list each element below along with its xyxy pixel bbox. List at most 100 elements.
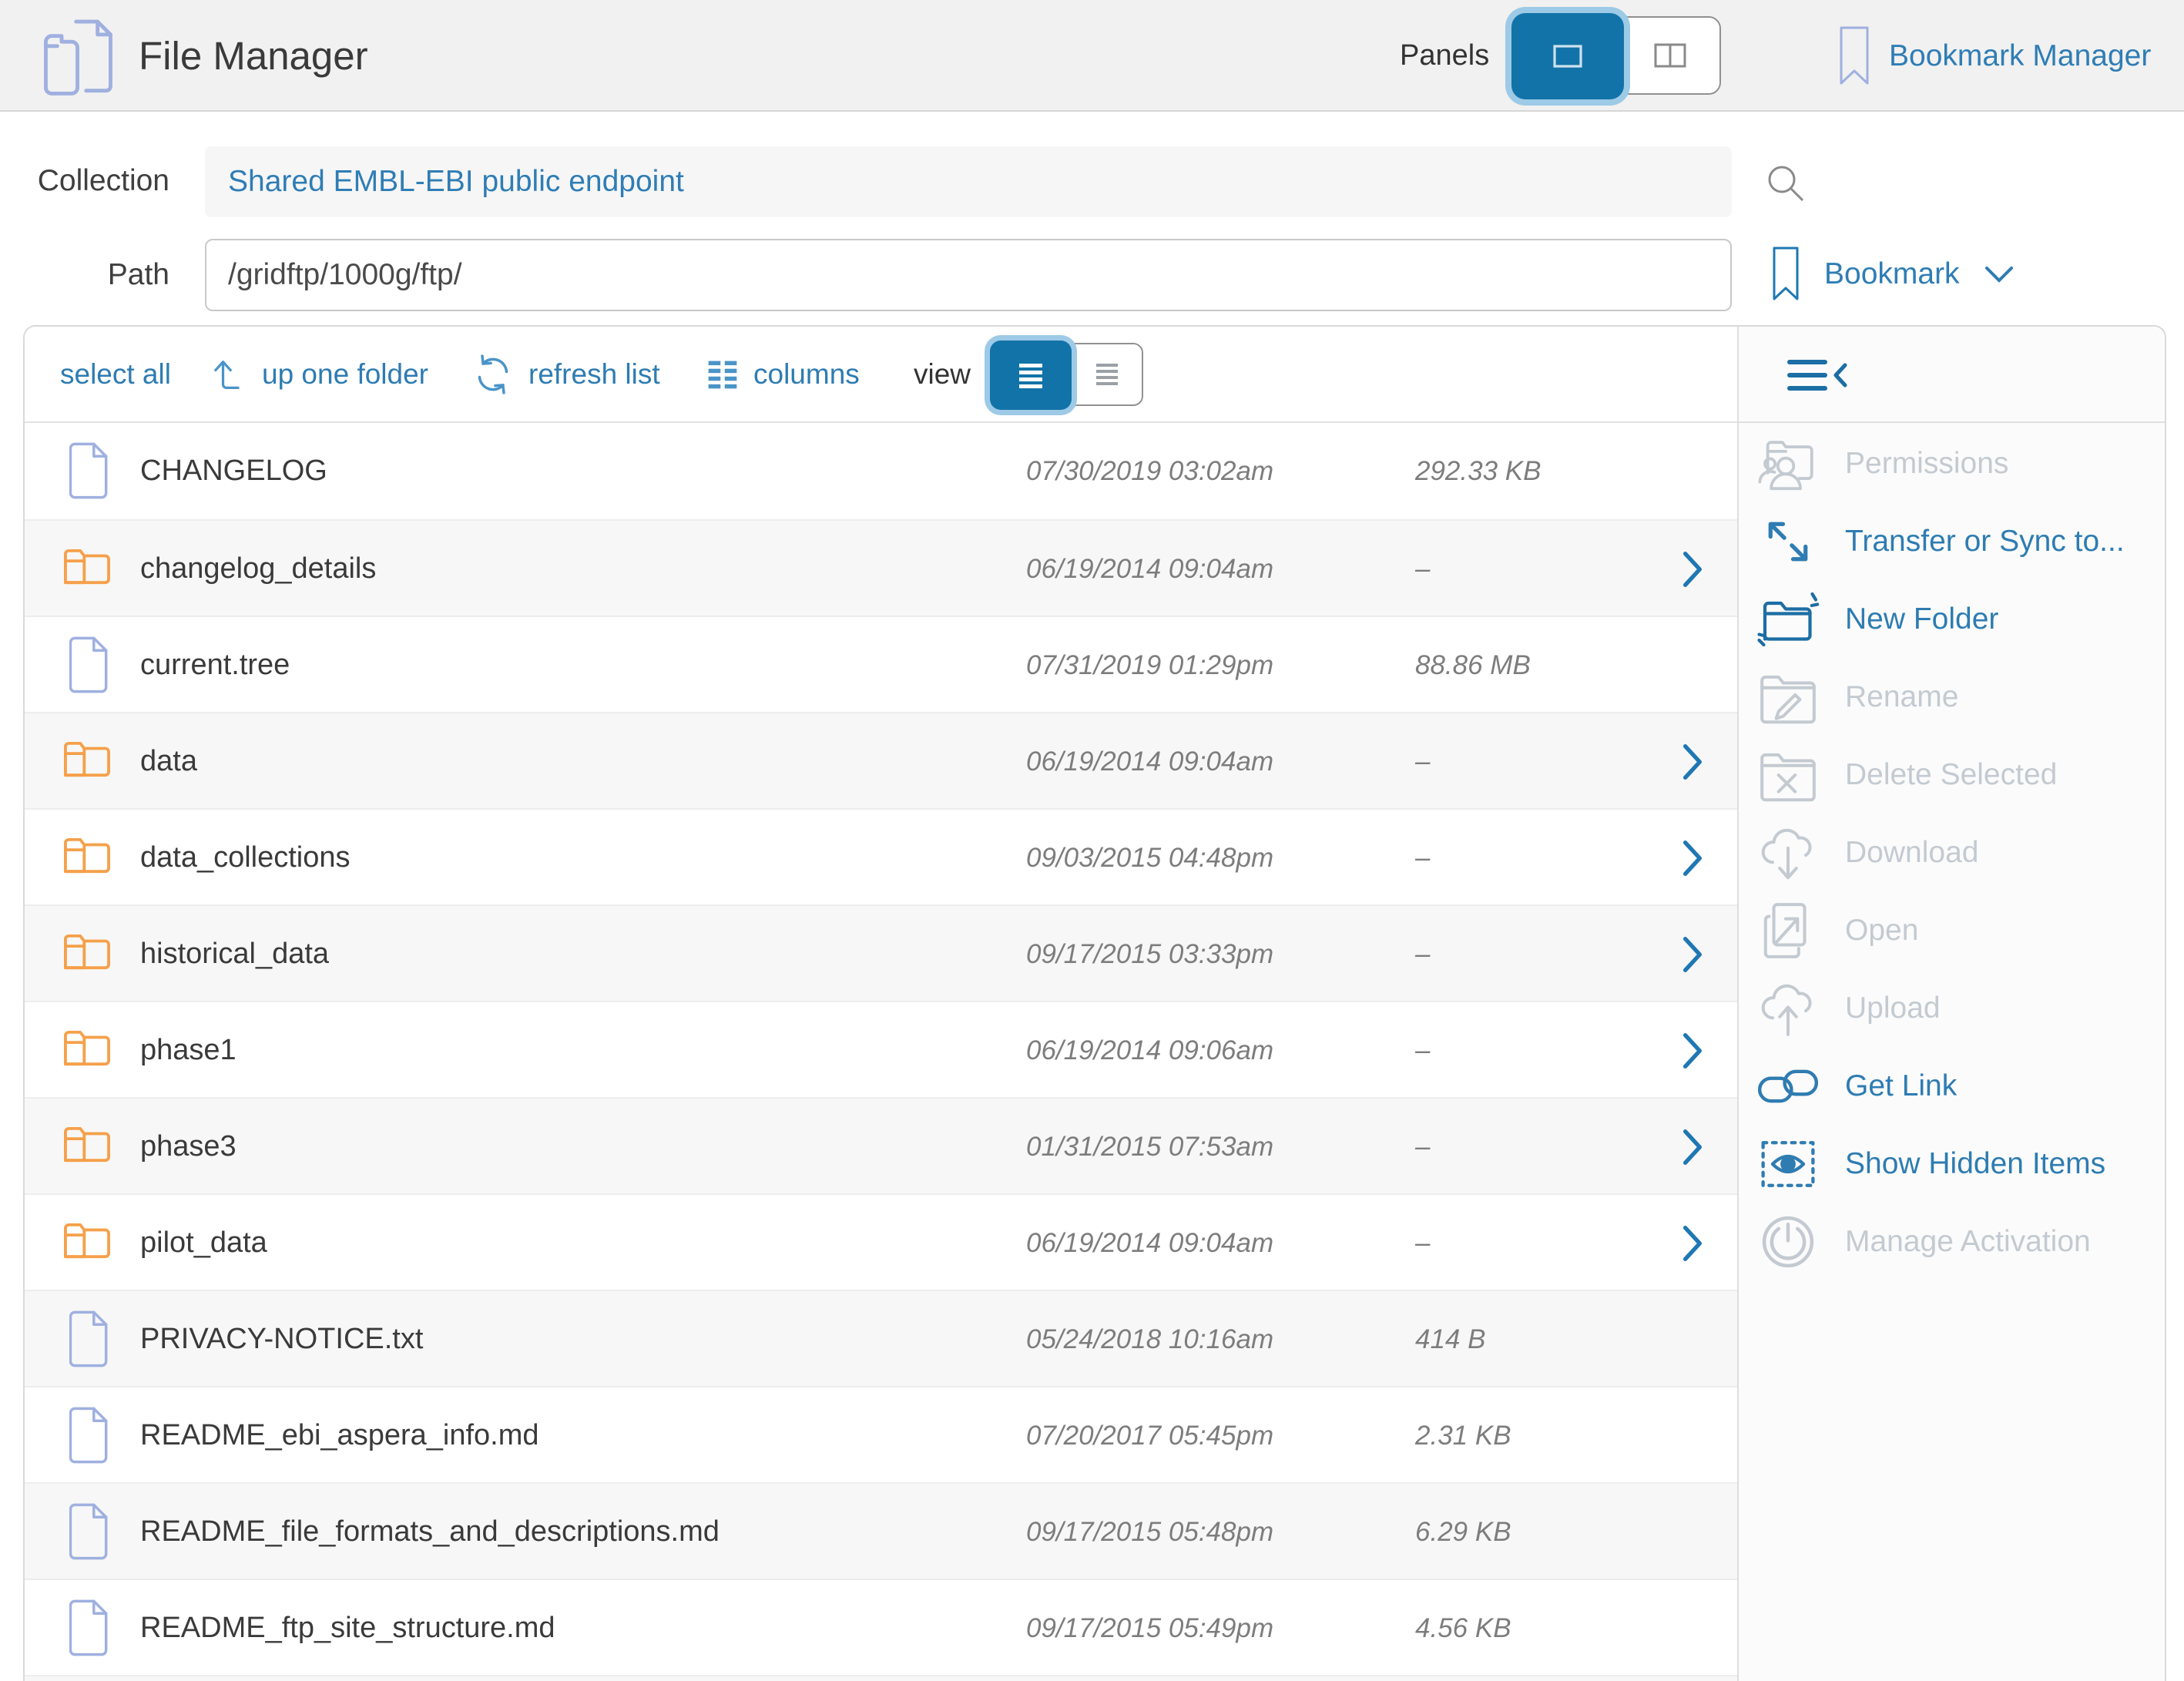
file-name: CHANGELOG — [140, 423, 327, 519]
show-hidden-icon — [1758, 1136, 1818, 1193]
bookmark-label: Bookmark — [1824, 257, 1960, 291]
action-delete-selected[interactable]: Delete Selected — [1739, 736, 2166, 814]
panels-dual-button[interactable] — [1621, 18, 1719, 93]
columns-label: columns — [753, 358, 860, 391]
file-row[interactable]: pilot_data 06/19/2014 09:04am – — [25, 1193, 1737, 1290]
action-label: Show Hidden Items — [1845, 1147, 2105, 1181]
file-size: 292.33 KB — [1415, 423, 1541, 519]
refresh-list-button[interactable]: refresh list — [471, 327, 660, 421]
folder-icon — [63, 836, 111, 877]
file-name: historical_data — [140, 906, 329, 1002]
select-all-button[interactable]: select all — [60, 327, 171, 421]
file-size: – — [1415, 521, 1430, 617]
bookmark-manager-link[interactable]: Bookmark Manager — [1837, 0, 2151, 112]
action-permissions[interactable]: Permissions — [1739, 424, 2166, 502]
chevron-right-icon[interactable] — [1679, 550, 1706, 589]
file-row[interactable]: README_ftp_site_structure.md 09/17/2015 … — [25, 1579, 1737, 1675]
page-title: File Manager — [139, 0, 368, 112]
file-size: – — [1415, 1195, 1430, 1291]
chevron-right-icon[interactable] — [1679, 1224, 1706, 1263]
file-list: CHANGELOG 07/30/2019 03:02am 292.33 KB — [25, 423, 1737, 1681]
action-manage-activation[interactable]: Manage Activation — [1739, 1203, 2166, 1280]
file-name: pilot_data — [140, 1195, 267, 1291]
bookmark-manager-label: Bookmark Manager — [1889, 39, 2151, 73]
bookmark-icon — [1770, 245, 1801, 304]
action-label: Manage Activation — [1845, 1225, 2091, 1259]
collection-input[interactable]: Shared EMBL-EBI public endpoint — [205, 146, 1732, 217]
file-row[interactable]: changelog_details 06/19/2014 09:04am – — [25, 519, 1737, 616]
file-modified-date: 06/19/2014 09:04am — [1026, 1195, 1273, 1291]
file-size: – — [1415, 1002, 1430, 1099]
file-row[interactable]: phase3 01/31/2015 07:53am – — [25, 1097, 1737, 1193]
action-rename[interactable]: Rename — [1739, 658, 2166, 736]
file-row[interactable]: current.tree 07/31/2019 01:29pm 88.86 MB — [25, 616, 1737, 712]
actions-list: Permissions Transfer or Sync to... New F… — [1739, 424, 2166, 1280]
path-input[interactable]: /gridftp/1000g/ftp/ — [205, 239, 1732, 311]
action-label: Upload — [1845, 991, 1941, 1025]
panels-single-icon — [1547, 39, 1589, 73]
chevron-right-icon[interactable] — [1679, 1128, 1706, 1166]
file-icon — [69, 1599, 109, 1657]
app-header: File Manager Panels Bookmark Manager — [0, 0, 2184, 112]
file-row[interactable]: README_ebi_aspera_info.md 07/20/2017 05:… — [25, 1386, 1737, 1482]
file-modified-date: 09/17/2015 05:48pm — [1026, 1484, 1273, 1580]
file-icon — [69, 441, 109, 500]
view-list-button-selected[interactable] — [990, 341, 1072, 410]
collapse-sidebar-icon[interactable] — [1785, 356, 1854, 394]
action-open[interactable]: Open — [1739, 891, 2166, 969]
action-label: New Folder — [1845, 602, 1998, 636]
bookmark-dropdown[interactable]: Bookmark — [1770, 239, 2015, 310]
search-button[interactable] — [1763, 160, 1809, 206]
file-modified-date: 06/19/2014 09:04am — [1026, 521, 1273, 617]
action-label: Rename — [1845, 680, 1958, 714]
columns-button[interactable]: columns — [706, 327, 860, 421]
file-row[interactable]: CHANGELOG 07/30/2019 03:02am 292.33 KB — [25, 423, 1737, 519]
file-size: 2.31 KB — [1415, 1387, 1511, 1484]
upload-icon — [1757, 978, 1819, 1039]
up-one-folder-button[interactable]: up one folder — [208, 327, 428, 421]
file-modified-date: 05/24/2018 10:16am — [1026, 1291, 1273, 1387]
file-row[interactable]: data_collections 09/03/2015 04:48pm – — [25, 808, 1737, 904]
chevron-right-icon[interactable] — [1679, 839, 1706, 877]
path-label: Path — [0, 240, 169, 310]
select-all-label: select all — [60, 358, 171, 391]
action-label: Get Link — [1845, 1069, 1957, 1103]
action-transfer-or-sync[interactable]: Transfer or Sync to... — [1739, 502, 2166, 580]
action-upload[interactable]: Upload — [1739, 969, 2166, 1047]
file-list-toolbar: select all up one folder refresh list co… — [25, 327, 1737, 423]
file-modified-date: 06/19/2014 09:04am — [1026, 713, 1273, 810]
chevron-right-icon[interactable] — [1679, 743, 1706, 781]
search-icon — [1763, 160, 1809, 206]
file-name: README_file_formats_and_descriptions.md — [140, 1484, 720, 1580]
folder-icon — [63, 932, 111, 974]
view-condensed-button[interactable] — [1072, 344, 1142, 404]
permissions-icon — [1756, 434, 1820, 494]
file-row[interactable]: phase1 06/19/2014 09:06am – — [25, 1001, 1737, 1097]
file-row[interactable]: PRIVACY-NOTICE.txt 05/24/2018 10:16am 41… — [25, 1290, 1737, 1386]
action-show-hidden-items[interactable]: Show Hidden Items — [1739, 1125, 2166, 1203]
file-row[interactable]: README_file_formats_and_descriptions.md … — [25, 1482, 1737, 1579]
refresh-list-label: refresh list — [528, 358, 660, 391]
action-download[interactable]: Download — [1739, 814, 2166, 891]
panels-single-button-selected[interactable] — [1511, 13, 1624, 99]
panels-label: Panels — [1400, 0, 1489, 112]
get-link-icon — [1756, 1065, 1820, 1108]
file-modified-date: 06/19/2014 09:06am — [1026, 1002, 1273, 1099]
file-modified-date: 01/31/2015 07:53am — [1026, 1099, 1273, 1195]
action-label: Delete Selected — [1845, 758, 2057, 792]
action-new-folder[interactable]: New Folder — [1739, 580, 2166, 658]
columns-icon — [706, 357, 740, 391]
file-row[interactable]: historical_data 09/17/2015 03:33pm – — [25, 904, 1737, 1001]
file-modified-date: 09/03/2015 04:48pm — [1026, 810, 1273, 906]
action-get-link[interactable]: Get Link — [1739, 1047, 2166, 1125]
file-size: – — [1415, 906, 1430, 1002]
view-toggle — [992, 343, 1143, 406]
file-modified-date: 09/17/2015 03:33pm — [1026, 906, 1273, 1002]
view-label: view — [914, 327, 971, 421]
file-size: 414 B — [1415, 1291, 1485, 1387]
file-name: PRIVACY-NOTICE.txt — [140, 1291, 423, 1387]
chevron-right-icon[interactable] — [1679, 1032, 1706, 1070]
chevron-right-icon[interactable] — [1679, 935, 1706, 974]
file-row[interactable]: data 06/19/2014 09:04am – — [25, 712, 1737, 808]
file-name: README_ebi_aspera_info.md — [140, 1387, 539, 1484]
